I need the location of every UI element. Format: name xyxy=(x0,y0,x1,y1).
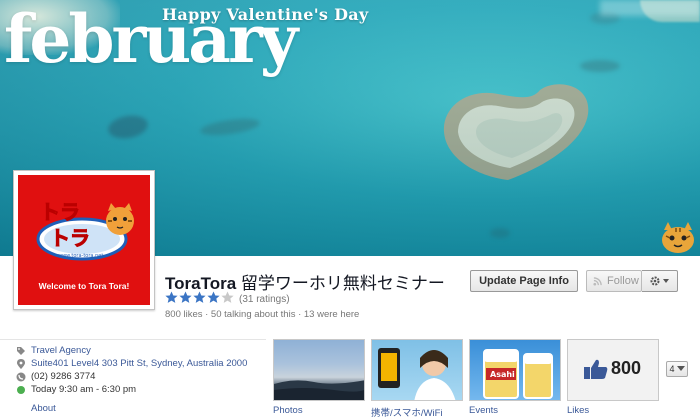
settings-dropdown-button[interactable] xyxy=(642,270,678,292)
star-filled-icon xyxy=(179,291,192,303)
gear-icon xyxy=(650,276,669,286)
page-subtitle: 留学ワーホリ無料セミナー xyxy=(240,274,445,293)
page-stats: 800 likes · 50 talking about this · 13 w… xyxy=(165,309,360,320)
open-status-icon xyxy=(17,385,25,394)
cover-tagline: Happy Valentine's Day xyxy=(162,5,369,24)
logo-url: www.tora-tora.net xyxy=(58,253,103,259)
about-phone-row: (02) 9286 3774 xyxy=(16,371,95,382)
star-filled-icon xyxy=(193,291,206,303)
about-phone: (02) 9286 3774 xyxy=(31,371,96,382)
likes-count: 800 xyxy=(611,358,642,378)
thumbs-up-icon xyxy=(584,359,608,379)
mobile-wifi-label[interactable]: 携帯/スマホ/WiFi xyxy=(371,405,443,419)
events-logo-mark: Asahi xyxy=(490,370,515,379)
star-filled-icon xyxy=(207,291,220,303)
events-thumbnail: Asahi xyxy=(483,349,553,399)
more-apps-dropdown[interactable]: 4 xyxy=(666,361,688,377)
about-link[interactable]: About xyxy=(31,403,56,414)
follow-button[interactable]: Follow xyxy=(586,270,642,292)
about-category-row[interactable]: Travel Agency xyxy=(16,345,91,356)
rating-count[interactable]: (31 ratings) xyxy=(239,294,290,305)
photos-label[interactable]: Photos xyxy=(273,405,303,416)
events-tile[interactable]: Asahi xyxy=(469,339,561,401)
rating-stars xyxy=(165,291,235,307)
profile-welcome-text: Welcome to Tora Tora! xyxy=(38,281,130,291)
tag-icon xyxy=(17,346,25,355)
about-address-row[interactable]: Suite401 Level4 303 Pitt St, Sydney, Aus… xyxy=(16,358,247,369)
update-page-info-button[interactable]: Update Page Info xyxy=(470,270,578,292)
phone-icon xyxy=(16,372,26,381)
logo-text-top: トラ xyxy=(40,200,80,224)
mobile-wifi-tile[interactable] xyxy=(371,339,463,401)
profile-picture[interactable]: トラ トラ www.tora-tora.net Welcome to Tora … xyxy=(13,170,155,310)
toratora-logo: トラ トラ www.tora-tora.net xyxy=(36,200,134,261)
about-hours: Today 9:30 am - 6:30 pm xyxy=(31,384,137,395)
profile-logo-background: トラ トラ www.tora-tora.net Welcome to Tora … xyxy=(18,175,150,305)
mobile-thumbnail xyxy=(378,348,456,400)
events-label[interactable]: Events xyxy=(469,405,498,416)
about-hours-row: Today 9:30 am - 6:30 pm xyxy=(16,384,136,395)
rating[interactable]: (31 ratings) xyxy=(165,291,290,307)
star-empty-icon xyxy=(221,291,234,303)
photos-tile[interactable] xyxy=(273,339,365,401)
more-apps-count: 4 xyxy=(669,364,675,374)
about-address[interactable]: Suite401 Level4 303 Pitt St, Sydney, Aus… xyxy=(31,358,247,369)
photos-thumbnail xyxy=(274,380,364,400)
tiger-mascot-icon xyxy=(662,222,694,253)
rss-icon xyxy=(593,276,602,286)
about-category[interactable]: Travel Agency xyxy=(31,345,91,356)
likes-label[interactable]: Likes xyxy=(567,405,589,416)
follow-label: Follow xyxy=(607,275,639,287)
map-pin-icon xyxy=(17,358,25,369)
logo-text-bottom: トラ xyxy=(50,226,90,250)
chevron-down-icon xyxy=(676,366,685,371)
star-filled-icon xyxy=(165,291,178,303)
